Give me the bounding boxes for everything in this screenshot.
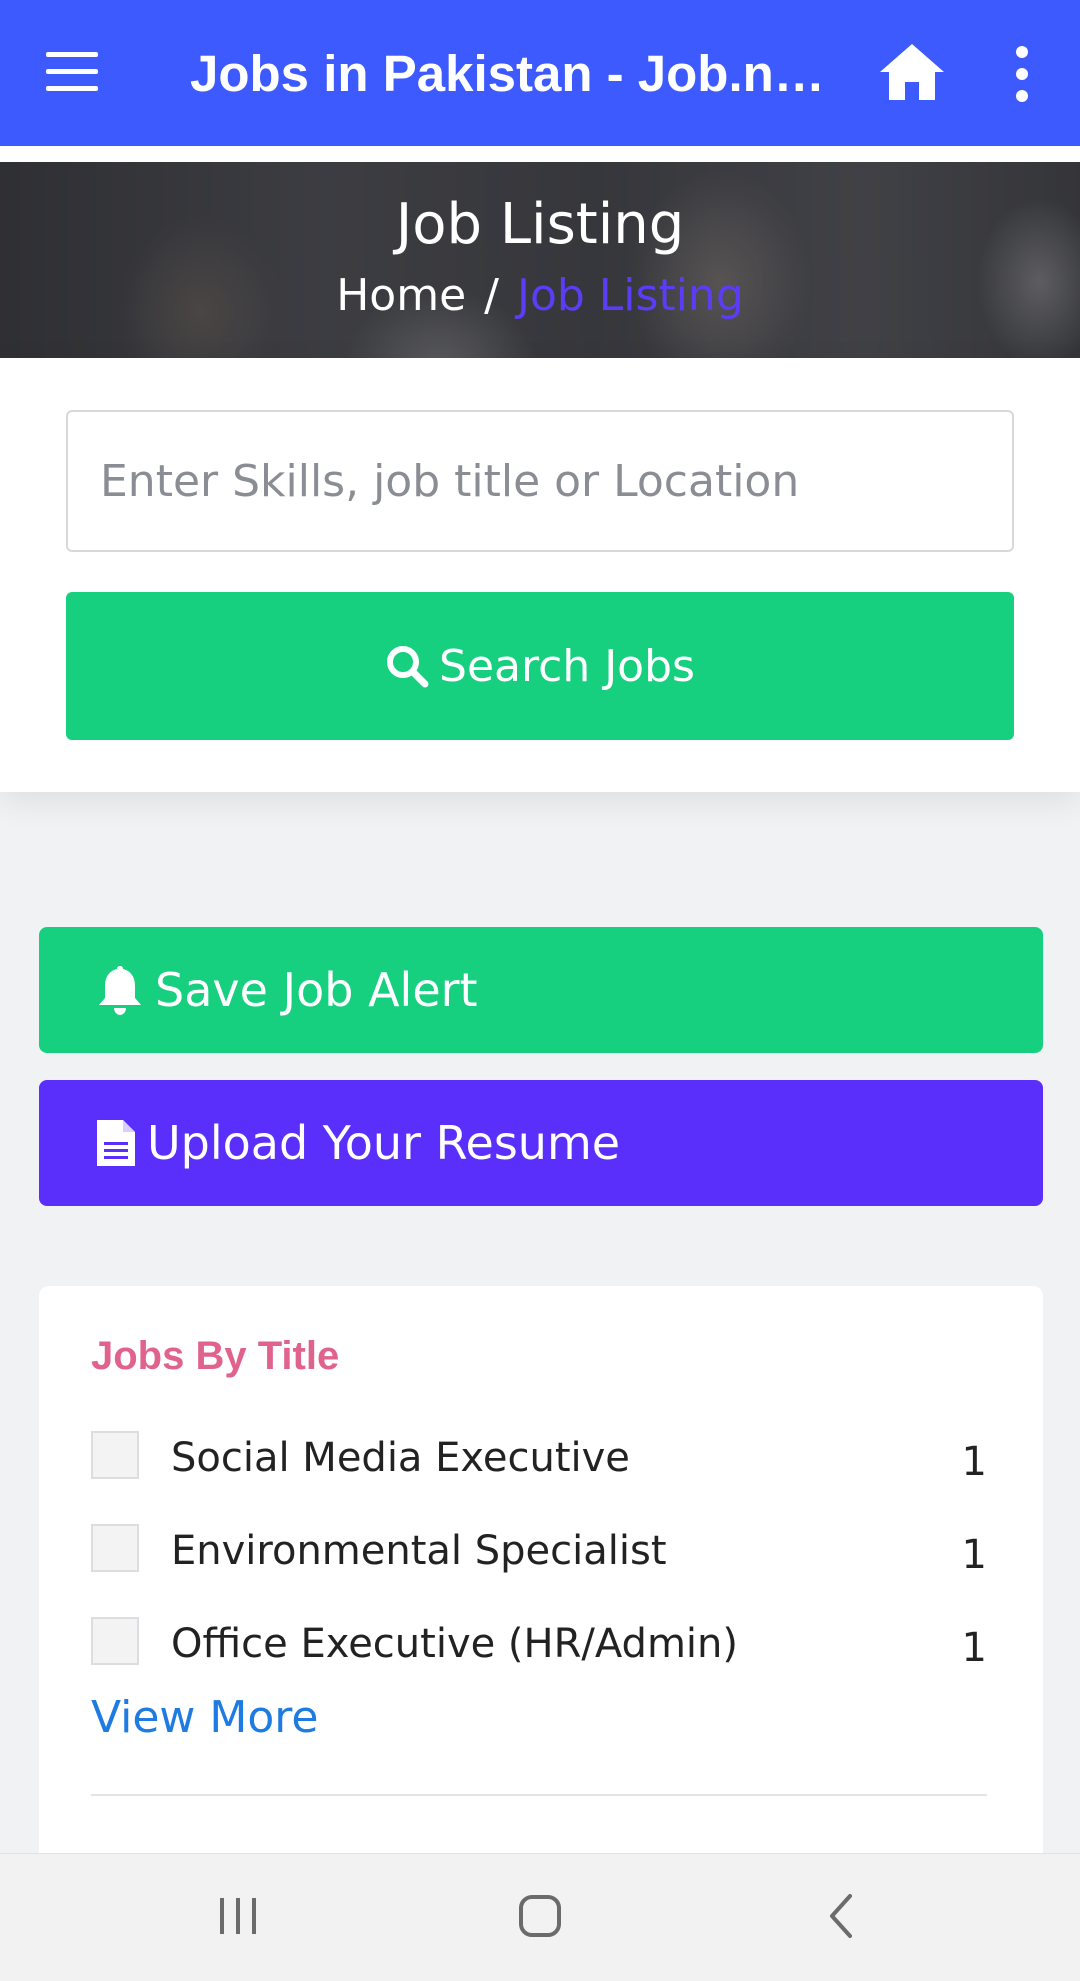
- upload-resume-button[interactable]: Upload Your Resume: [39, 1080, 1043, 1206]
- breadcrumb-home[interactable]: Home: [336, 270, 466, 321]
- app-title: Jobs in Pakistan - Job.net.pk: [190, 45, 830, 102]
- breadcrumb-separator: /: [484, 270, 499, 321]
- filter-item[interactable]: Environmental Specialist 1: [91, 1524, 987, 1584]
- search-panel: Search Jobs: [0, 358, 1080, 792]
- filter-checkbox[interactable]: [91, 1524, 139, 1572]
- filter-item-count: 1: [961, 1439, 987, 1485]
- search-jobs-button[interactable]: Search Jobs: [66, 592, 1014, 740]
- save-job-alert-label: Save Job Alert: [155, 963, 478, 1017]
- save-job-alert-button[interactable]: Save Job Alert: [39, 927, 1043, 1053]
- search-icon: [387, 646, 429, 688]
- divider-strip: [0, 146, 1080, 162]
- document-icon: [97, 1120, 135, 1166]
- filter-item-count: 1: [961, 1625, 987, 1671]
- upload-resume-label: Upload Your Resume: [147, 1116, 621, 1170]
- breadcrumb: Home / Job Listing: [0, 270, 1080, 321]
- hero-banner: Job Listing Home / Job Listing: [0, 162, 1080, 358]
- jobs-by-title-card: Jobs By Title Social Media Executive 1 E…: [39, 1286, 1043, 1886]
- more-vert-icon[interactable]: [1010, 46, 1034, 102]
- section-divider: [91, 1794, 987, 1796]
- filter-checkbox[interactable]: [91, 1431, 139, 1479]
- page-title: Job Listing: [395, 192, 685, 257]
- back-icon[interactable]: [810, 1884, 874, 1948]
- recents-icon[interactable]: [206, 1884, 270, 1948]
- filter-item-count: 1: [961, 1532, 987, 1578]
- search-jobs-label: Search Jobs: [439, 640, 695, 692]
- filter-heading: Jobs By Title: [91, 1334, 340, 1378]
- filter-item[interactable]: Office Executive (HR/Admin) 1: [91, 1617, 987, 1677]
- breadcrumb-current: Job Listing: [516, 270, 744, 321]
- search-input[interactable]: [66, 410, 1014, 552]
- filter-item-label: Office Executive (HR/Admin): [171, 1621, 738, 1667]
- filter-item-label: Social Media Executive: [171, 1435, 630, 1481]
- system-nav-bar: [0, 1853, 1080, 1981]
- menu-icon[interactable]: [46, 52, 98, 92]
- filter-item-label: Environmental Specialist: [171, 1528, 667, 1574]
- app-bar: Jobs in Pakistan - Job.net.pk: [0, 0, 1080, 146]
- filter-checkbox[interactable]: [91, 1617, 139, 1665]
- home-icon[interactable]: [876, 40, 948, 104]
- home-nav-icon[interactable]: [508, 1884, 572, 1948]
- filter-item[interactable]: Social Media Executive 1: [91, 1431, 987, 1491]
- view-more-link[interactable]: View More: [91, 1692, 318, 1743]
- bell-icon: [99, 966, 141, 1015]
